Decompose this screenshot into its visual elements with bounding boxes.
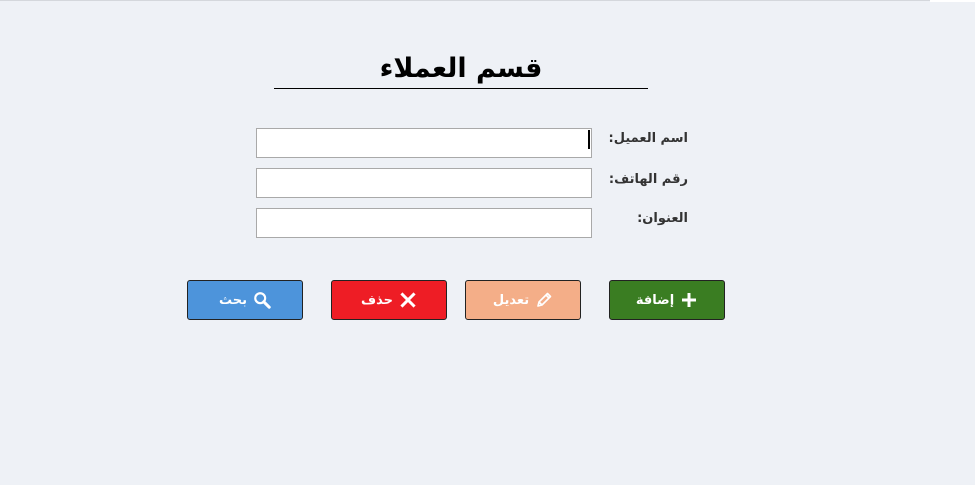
pencil-icon [535, 291, 553, 309]
delete-button-label: حذف [361, 292, 393, 308]
top-right-patch [930, 0, 975, 2]
customer-name-input[interactable] [256, 128, 592, 158]
close-icon [399, 291, 417, 309]
edit-button-label: تعديل [492, 292, 530, 308]
page-title: قسم العملاء [274, 50, 648, 89]
add-button[interactable]: إضافة [609, 280, 725, 320]
address-label: العنوان: [637, 211, 688, 226]
text-caret [588, 130, 590, 149]
plus-icon [680, 291, 698, 309]
edit-button[interactable]: تعديل [465, 280, 581, 320]
address-input[interactable] [256, 208, 592, 238]
search-button-label: بحث [219, 292, 248, 308]
customer-name-label: اسم العميل: [608, 131, 688, 146]
phone-input[interactable] [256, 168, 592, 198]
top-border [0, 0, 975, 1]
delete-button[interactable]: حذف [331, 280, 447, 320]
add-button-label: إضافة [635, 292, 675, 308]
search-icon [253, 291, 271, 309]
search-button[interactable]: بحث [187, 280, 303, 320]
phone-label: رقم الهاتف: [608, 172, 688, 187]
